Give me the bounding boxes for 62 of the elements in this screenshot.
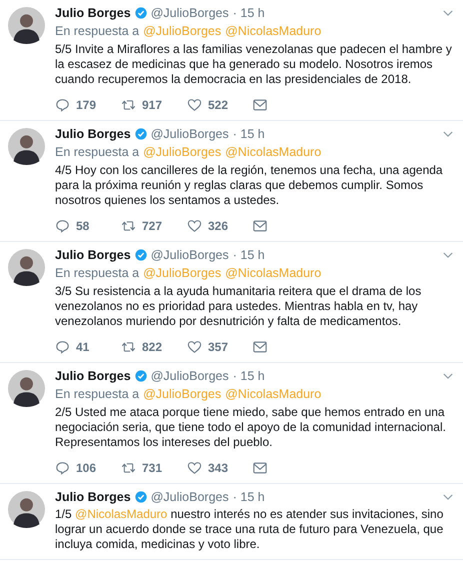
reply-button[interactable]: 41 [55, 340, 121, 354]
avatar[interactable] [8, 249, 45, 286]
retweet-icon [121, 340, 136, 354]
reply-label: En respuesta a [55, 144, 140, 161]
reply-button[interactable]: 58 [55, 219, 121, 233]
avatar[interactable] [8, 370, 45, 407]
avatar[interactable] [8, 7, 45, 44]
tweet-text: 3/5 Su resistencia a la ayuda humanitaria reitera que el drama de los venezolanos no es prioridad para ustedes. Mientras habla en tv, hay venezolanos muriendo por desnutrición y falta de medicamentos. [55, 284, 422, 329]
message-icon[interactable] [253, 341, 267, 353]
message-icon[interactable] [253, 462, 267, 474]
timestamp[interactable]: · 15 h [232, 488, 265, 506]
avatar[interactable] [8, 491, 45, 528]
like-button[interactable]: 343 [187, 461, 253, 475]
tweet-text: 4/5 Hoy con los cancilleres de la región, tenemos una fecha, una agenda para la próxima reunión y reglas claras que debemos cumplir. Somos nosotros quienes los sentamos a ustedes. [55, 163, 444, 208]
author-name[interactable]: Julio Borges [55, 246, 131, 264]
reply-label: En respuesta a [55, 23, 140, 40]
heart-icon [187, 219, 202, 233]
reply-button[interactable]: 106 [55, 461, 121, 475]
retweet-icon [121, 461, 136, 475]
caret-icon[interactable] [443, 10, 453, 16]
author-name[interactable]: Julio Borges [55, 367, 131, 385]
retweet-icon [121, 98, 136, 112]
like-button[interactable]: 357 [187, 340, 253, 354]
like-button[interactable]: 522 [187, 98, 253, 112]
timestamp[interactable]: · 15 h [232, 4, 265, 22]
caret-icon[interactable] [443, 130, 453, 138]
speech-bubble-icon [55, 461, 70, 475]
tweet-text: 2/5 Usted me ataca porque tiene miedo, sabe que hemos entrado en una negociación seria, que tiene todo el apoyo de la comunidad internacional. Representamos los intereses del pueblo. [55, 405, 447, 450]
speech-bubble-icon [55, 98, 70, 112]
author-handle[interactable]: @JulioBorges [150, 246, 229, 264]
message-icon[interactable] [253, 220, 267, 232]
author-handle[interactable]: @JulioBorges [150, 4, 229, 22]
author-handle[interactable]: @JulioBorges [150, 367, 229, 385]
retweet-icon [121, 219, 136, 233]
retweet-button[interactable]: 731 [121, 461, 187, 475]
like-button[interactable]: 326 [187, 219, 253, 233]
caret-icon[interactable] [443, 252, 453, 258]
heart-icon [187, 98, 202, 112]
avatar[interactable] [8, 128, 45, 165]
heart-icon [187, 340, 202, 354]
timestamp[interactable]: · 15 h [232, 125, 265, 143]
message-icon[interactable] [253, 99, 267, 111]
caret-icon[interactable] [443, 494, 453, 500]
timestamp[interactable]: · 15 h [232, 367, 265, 385]
author-handle[interactable]: @JulioBorges [150, 488, 229, 506]
timestamp[interactable]: · 15 h [232, 246, 265, 264]
speech-bubble-icon [55, 340, 70, 354]
author-name[interactable]: Julio Borges [55, 125, 131, 143]
reply-label: En respuesta a [55, 386, 140, 403]
retweet-button[interactable]: 917 [121, 98, 187, 112]
author-name[interactable]: Julio Borges [55, 488, 131, 506]
heart-icon [187, 461, 202, 475]
reply-label: En respuesta a [55, 265, 140, 282]
author-handle[interactable]: @JulioBorges [150, 125, 229, 143]
author-name[interactable]: Julio Borges [55, 4, 131, 22]
tweet-text: 1/5 @NicolasMaduro nuestro interés no es atender sus invitaciones, sino lograr un acuerdo donde se trace una ruta de futuro para Venezuela, que incluya comida, medicinas y voto libre. [55, 507, 444, 552]
tweet-text: 5/5 Invite a Miraflores a las familias venezolanas que padecen el hambre y la escasez de medicinas que ha generado su modelo. Nosotros iremos cuando recuperemos la democracia en las presidenciales de 2018. [55, 42, 453, 87]
caret-icon[interactable] [443, 372, 453, 380]
speech-bubble-icon [55, 219, 70, 233]
retweet-button[interactable]: 822 [121, 340, 187, 354]
retweet-button[interactable]: 727 [121, 219, 187, 233]
reply-button[interactable]: 179 [55, 98, 121, 112]
